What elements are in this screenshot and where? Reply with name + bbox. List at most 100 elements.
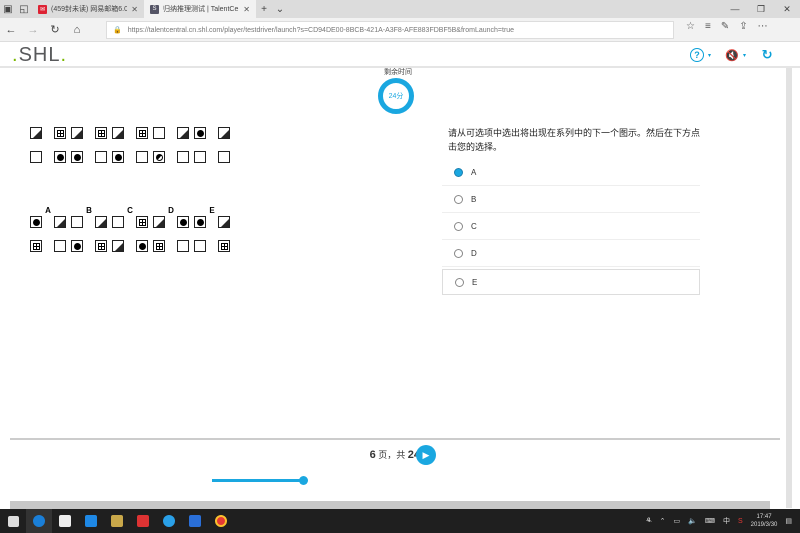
answer-figure <box>30 216 66 252</box>
figure-square <box>54 216 66 228</box>
answer-figure-label: A <box>45 206 51 215</box>
browser-tab-mail[interactable]: ✉ (459封未读) 网易邮箱6.0版 ✕ <box>32 0 144 18</box>
progress-knob <box>299 476 308 485</box>
minimize-icon[interactable]: — <box>722 4 748 15</box>
vertical-scrollbar[interactable] <box>786 68 792 508</box>
wps-icon[interactable] <box>130 509 156 533</box>
page-indicator: 6 页，共 24 <box>330 448 420 461</box>
edge-icon[interactable] <box>26 509 52 533</box>
reload-icon[interactable]: ↻ <box>760 47 774 62</box>
address-field[interactable]: 🔒 https://talentcentral.cn.shl.com/playe… <box>106 21 674 39</box>
start-button[interactable] <box>0 509 26 533</box>
figure-square <box>218 127 230 139</box>
back-icon[interactable]: ← <box>0 24 22 36</box>
figure-square <box>177 240 189 252</box>
figure-square <box>54 240 66 252</box>
progress-bar <box>212 479 304 482</box>
address-toolbar: ← → ↻ ⌂ 🔒 https://talentcentral.cn.shl.c… <box>0 18 800 42</box>
figure-square <box>30 240 42 252</box>
option-a[interactable]: A <box>442 160 700 186</box>
shl-logo: .SHL. <box>12 44 68 66</box>
clock[interactable]: 17:47 2019/3/30 <box>751 513 778 529</box>
option-e[interactable]: E <box>442 269 700 295</box>
volume-icon[interactable]: 🔈 <box>688 517 697 525</box>
time-remaining-label: 剩余时间 <box>384 69 412 76</box>
close-tab-icon[interactable]: ✕ <box>243 5 250 14</box>
maximize-icon[interactable]: ❐ <box>748 4 774 15</box>
store-icon[interactable] <box>52 509 78 533</box>
forward-icon[interactable]: → <box>22 24 44 36</box>
url-text: https://talentcentral.cn.shl.com/player/… <box>127 26 515 34</box>
series-figure <box>194 127 230 163</box>
page-separator: 页，共 <box>378 450 406 460</box>
browser-tab-test[interactable]: S 归纳推理测试 | TalentCe ✕ <box>144 0 256 18</box>
ime-indicator[interactable]: 中 <box>723 516 730 526</box>
figure-square <box>136 216 148 228</box>
favorites-icon[interactable]: ☆ <box>686 21 695 32</box>
mail-favicon-icon: ✉ <box>38 4 47 14</box>
figure-square <box>153 240 165 252</box>
close-tab-icon[interactable]: ✕ <box>131 5 138 14</box>
notes-icon[interactable]: ✎ <box>721 21 729 32</box>
browser-actions: ☆ ≡ ✎ ⇪ ⋯ <box>686 21 768 32</box>
figure-square <box>177 127 189 139</box>
series-figure <box>30 127 66 163</box>
figure-square <box>153 127 165 139</box>
figure-square <box>54 127 66 139</box>
battery-icon[interactable]: ▭ <box>674 517 681 525</box>
figure-square <box>95 216 107 228</box>
option-b[interactable]: B <box>442 187 700 213</box>
people-icon[interactable]: ዱ <box>646 517 652 525</box>
home-icon[interactable]: ⌂ <box>66 24 88 36</box>
app-header: .SHL. ? ▾ 🔇 ▾ ↻ <box>0 42 800 68</box>
figure-square <box>136 151 148 163</box>
tab-list-icon[interactable]: ⌄ <box>272 4 288 15</box>
share-icon[interactable]: ⇪ <box>739 21 747 32</box>
sound-off-icon[interactable]: 🔇 <box>725 48 739 62</box>
tab-preview-icon[interactable]: ◱ <box>16 4 32 15</box>
radio-e[interactable] <box>455 277 464 287</box>
page-current: 6 <box>369 449 376 461</box>
keyboard-icon[interactable]: ⌨ <box>705 517 715 525</box>
hub-icon[interactable]: ≡ <box>705 21 711 32</box>
close-window-icon[interactable]: ✕ <box>774 4 800 15</box>
chrome-icon[interactable] <box>208 509 234 533</box>
chevron-down-icon[interactable]: ▾ <box>708 52 711 62</box>
lock-icon: 🔒 <box>113 27 122 34</box>
sogou-icon[interactable]: S <box>738 518 743 525</box>
option-c[interactable]: C <box>442 214 700 240</box>
figure-square <box>218 216 230 228</box>
figure-square <box>136 127 148 139</box>
chevron-down-icon[interactable]: ▾ <box>743 52 746 62</box>
figure-square <box>71 216 83 228</box>
option-d[interactable]: D <box>442 241 700 267</box>
tab-actions-icon[interactable]: ▣ <box>0 4 16 15</box>
mail-app-icon[interactable] <box>182 509 208 533</box>
figure-square <box>194 216 206 228</box>
qq-browser-icon[interactable] <box>156 509 182 533</box>
figure-square <box>112 240 124 252</box>
radio-c[interactable] <box>454 222 463 231</box>
help-icon[interactable]: ? <box>690 48 704 62</box>
new-tab-button[interactable]: + <box>256 4 272 15</box>
tab-title: (459封未读) 网易邮箱6.0版 <box>51 6 128 13</box>
timer-ring: 24分 <box>378 78 414 114</box>
option-label: C <box>471 222 477 231</box>
shl-favicon-icon: S <box>150 4 159 14</box>
radio-a[interactable] <box>454 168 463 177</box>
radio-b[interactable] <box>454 195 463 204</box>
figure-square <box>194 127 206 139</box>
next-button[interactable]: ▶ <box>416 445 436 465</box>
tray-chevron-icon[interactable]: ⌃ <box>660 517 666 525</box>
horizontal-scrollbar[interactable] <box>10 501 770 509</box>
radio-d[interactable] <box>454 249 463 258</box>
play-icon: ▶ <box>422 449 430 460</box>
refresh-icon[interactable]: ↻ <box>44 23 66 36</box>
figure-square <box>153 216 165 228</box>
kugou-icon[interactable] <box>78 509 104 533</box>
more-icon[interactable]: ⋯ <box>758 21 768 32</box>
footer-divider <box>10 438 780 440</box>
tab-title: 归纳推理测试 | TalentCe <box>163 6 239 13</box>
gallery-icon[interactable] <box>104 509 130 533</box>
notifications-icon[interactable]: ▤ <box>785 517 792 525</box>
